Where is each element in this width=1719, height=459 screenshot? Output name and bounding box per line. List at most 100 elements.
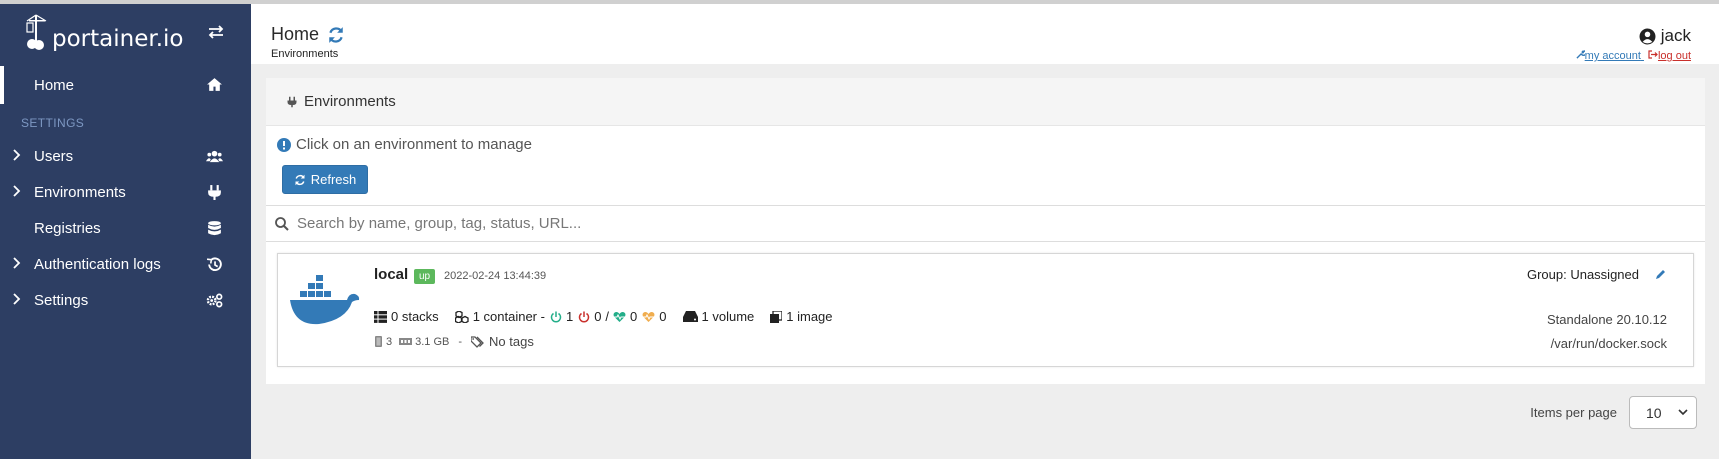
refresh-icon (295, 174, 305, 185)
environment-group: Group: Unassigned (1526, 267, 1639, 282)
pagination: Items per page 10 (1530, 396, 1697, 429)
sidebar: portainer.io Home SETTINGS Users Environ… (0, 0, 251, 459)
plug-icon (208, 185, 221, 200)
user-circle-icon (1639, 28, 1656, 44)
images-count: 1 image (770, 309, 833, 324)
sign-out-icon (1648, 50, 1658, 59)
chevron-right-icon (13, 293, 21, 305)
switch-arrows-icon[interactable] (207, 25, 225, 39)
cpu-count: 3 (386, 335, 393, 348)
sidebar-item-environments[interactable]: Environments (0, 174, 251, 210)
hdd-icon (682, 311, 698, 322)
sidebar-item-label: Users (34, 147, 74, 165)
brand: portainer.io (0, 4, 251, 60)
my-account-text: my account (1584, 50, 1641, 62)
memory-amount: 3.1 GB (415, 335, 450, 348)
logo-text: portainer.io (52, 26, 184, 52)
cogs-icon (206, 293, 223, 308)
images-text: 1 image (786, 309, 833, 324)
top-header: Home Environments jack my account log ou… (251, 0, 1719, 64)
search-input[interactable] (297, 215, 897, 232)
containers-count: 1 container - 1 0 / 0 0 (454, 309, 667, 324)
users-icon (206, 150, 223, 163)
sidebar-item-users[interactable]: Users (0, 138, 251, 174)
stopped-count: 0 (594, 309, 602, 324)
environment-item-local[interactable]: local up 2022-02-24 13:44:39 Group: Unas… (277, 253, 1694, 367)
page-title: Home (271, 24, 345, 45)
panel-header: Environments (266, 78, 1705, 126)
memory-icon (399, 338, 413, 345)
tags-icon (471, 335, 484, 348)
running-count: 1 (565, 309, 574, 324)
stacks-count: 0 stacks (374, 309, 439, 324)
cpu-icon (375, 336, 382, 347)
items-per-page-label: Items per page (1530, 405, 1617, 420)
items-per-page-select[interactable]: 10 (1629, 396, 1697, 429)
user-area: jack my account log out (1576, 26, 1691, 62)
history-icon (206, 257, 222, 271)
refresh-button[interactable]: Refresh (282, 165, 368, 194)
environment-timestamp: 2022-02-24 13:44:39 (444, 270, 547, 282)
environment-name: local (374, 266, 409, 283)
sidebar-item-settings[interactable]: Settings (0, 282, 251, 318)
user-links: my account log out (1576, 50, 1691, 62)
th-list-icon (374, 310, 387, 323)
username-text: jack (1660, 26, 1691, 45)
refresh-button-label: Refresh (310, 172, 357, 187)
settings-section-label: SETTINGS (21, 116, 85, 130)
chevron-down-icon (1678, 409, 1688, 416)
stacks-text: 0 stacks (391, 309, 439, 324)
title-area: Home Environments (271, 24, 345, 60)
info-message: Click on an environment to manage (277, 136, 532, 153)
environment-url: /var/run/docker.sock (1550, 336, 1667, 351)
containers-text: 1 container - (472, 309, 545, 324)
my-account-link[interactable]: my account (1576, 50, 1644, 62)
sidebar-item-label: Home (34, 76, 75, 94)
page-title-text: Home (271, 24, 320, 44)
portainer-logo[interactable]: portainer.io (24, 12, 183, 52)
status-badge: up (414, 269, 436, 284)
cubes-icon (454, 310, 469, 323)
volumes-text: 1 volume (701, 309, 755, 324)
sidebar-item-label: Settings (34, 291, 89, 309)
panel-title: Environments (304, 93, 396, 110)
environment-meta: 3 3.1 GB - No tags (374, 334, 534, 349)
clone-icon (770, 310, 783, 323)
refresh-icon[interactable] (327, 26, 345, 44)
tags-text: No tags (489, 334, 534, 349)
log-out-text: log out (1657, 50, 1691, 62)
chevron-right-icon (13, 185, 21, 197)
plug-icon (287, 96, 297, 107)
portainer-crane-icon (26, 14, 47, 50)
unhealthy-count: 0 (659, 309, 667, 324)
sidebar-item-label: Environments (34, 183, 126, 201)
wrench-icon (1576, 50, 1587, 59)
home-icon (207, 78, 222, 91)
items-per-page-value: 10 (1646, 404, 1662, 421)
sidebar-item-home[interactable]: Home (0, 66, 251, 104)
search-bar (266, 205, 1705, 242)
heartbeat-healthy-icon (613, 311, 626, 322)
environments-panel: Environments Click on an environment to … (266, 78, 1705, 384)
sidebar-item-label: Authentication logs (34, 255, 161, 273)
volumes-count: 1 volume (682, 309, 755, 324)
username: jack (1576, 26, 1691, 46)
meta-separator: - (458, 335, 463, 348)
chevron-right-icon (13, 149, 21, 161)
pencil-icon[interactable] (1654, 268, 1667, 281)
chevron-right-icon (13, 257, 21, 269)
environment-tags: No tags (471, 334, 534, 349)
sidebar-item-authentication-logs[interactable]: Authentication logs (0, 246, 251, 282)
search-icon (275, 216, 289, 231)
info-text: Click on an environment to manage (296, 136, 532, 153)
breadcrumb: Environments (271, 48, 339, 60)
database-icon (208, 221, 221, 236)
power-on-icon (550, 311, 562, 322)
environment-stats: 0 stacks 1 container - 1 0 / 0 0 1 volum… (374, 309, 849, 324)
power-off-icon (579, 311, 590, 322)
healthy-count: 0 (630, 309, 638, 324)
heartbeat-unhealthy-icon (642, 311, 655, 322)
docker-whale-icon (290, 275, 360, 325)
sidebar-item-registries[interactable]: Registries (0, 210, 251, 246)
log-out-link[interactable]: log out (1648, 50, 1691, 62)
